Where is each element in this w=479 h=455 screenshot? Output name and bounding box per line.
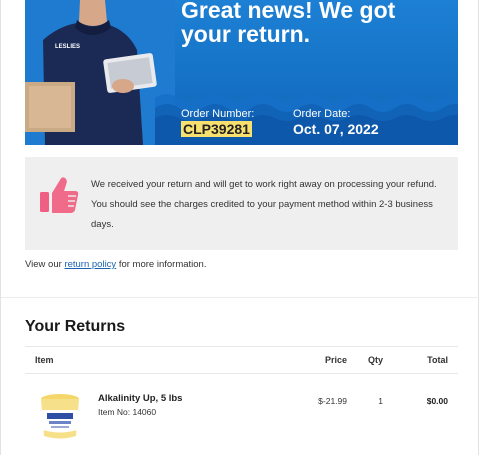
order-number-value: CLP39281 xyxy=(181,121,252,137)
policy-line: View our return policy for more informat… xyxy=(25,259,206,270)
product-thumbnail xyxy=(41,394,79,439)
order-number-label: Order Number: xyxy=(181,108,255,120)
notice-message: We received your return and will get to … xyxy=(91,179,437,230)
email-page: LESLIES Great news! We got your return. … xyxy=(0,0,479,455)
hero-banner: LESLIES Great news! We got your return. … xyxy=(25,0,458,145)
item-qty: 1 xyxy=(378,396,383,406)
item-name: Alkalinity Up, 5 lbs xyxy=(98,393,183,404)
section-divider xyxy=(1,297,479,298)
policy-prefix: View our xyxy=(25,259,62,270)
return-received-notice: We received your return and will get to … xyxy=(25,157,458,250)
returns-table: Item Price Qty Total Alkalinity Up, 5 lb… xyxy=(25,346,458,454)
table-header: Item Price Qty Total xyxy=(25,346,458,374)
returns-heading: Your Returns xyxy=(25,318,126,335)
column-price: Price xyxy=(324,355,347,365)
order-date-label: Order Date: xyxy=(293,108,351,120)
svg-text:LESLIES: LESLIES xyxy=(55,44,80,50)
return-policy-link[interactable]: return policy xyxy=(64,259,116,270)
table-row: Alkalinity Up, 5 lbs Item No: 14060 $-21… xyxy=(25,374,458,454)
policy-suffix: for more information. xyxy=(118,259,207,270)
column-item: Item xyxy=(35,355,54,365)
hero-title: Great news! We got your return. xyxy=(181,0,396,47)
item-total: $0.00 xyxy=(426,396,448,406)
column-total: Total xyxy=(427,355,448,365)
order-date-value: Oct. 07, 2022 xyxy=(293,121,379,137)
column-qty: Qty xyxy=(367,355,383,365)
delivery-person-image: LESLIES xyxy=(25,0,175,145)
item-price: $-21.99 xyxy=(318,396,347,406)
thumbs-up-icon xyxy=(40,177,79,213)
item-number: Item No: 14060 xyxy=(98,407,157,417)
